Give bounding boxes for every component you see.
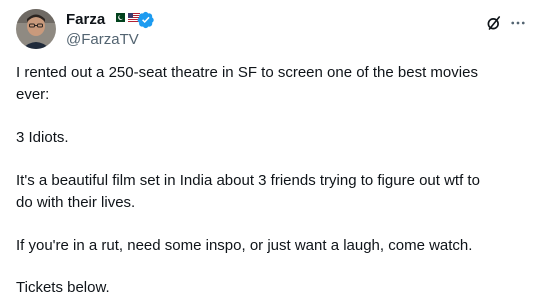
tweet-paragraph: 3 Idiots. (16, 129, 69, 146)
author-display-name[interactable]: Farza (66, 10, 105, 30)
pakistan-flag-icon (113, 13, 125, 22)
tweet-paragraph: If you're in a rut, need some inspo, or … (16, 237, 473, 254)
avatar[interactable] (16, 9, 56, 49)
author-handle[interactable]: @FarzaTV (66, 30, 139, 50)
tweet-paragraph: It's a beautiful film set in India about… (16, 172, 480, 211)
grok-icon[interactable] (485, 14, 503, 32)
tweet-paragraph: Tickets below. (16, 279, 110, 296)
tweet-paragraph: I rented out a 250-seat theatre in SF to… (16, 64, 478, 103)
verified-badge-icon (137, 11, 154, 29)
avatar-image (16, 9, 56, 49)
author-flags (113, 13, 140, 22)
more-icon[interactable] (509, 14, 527, 32)
